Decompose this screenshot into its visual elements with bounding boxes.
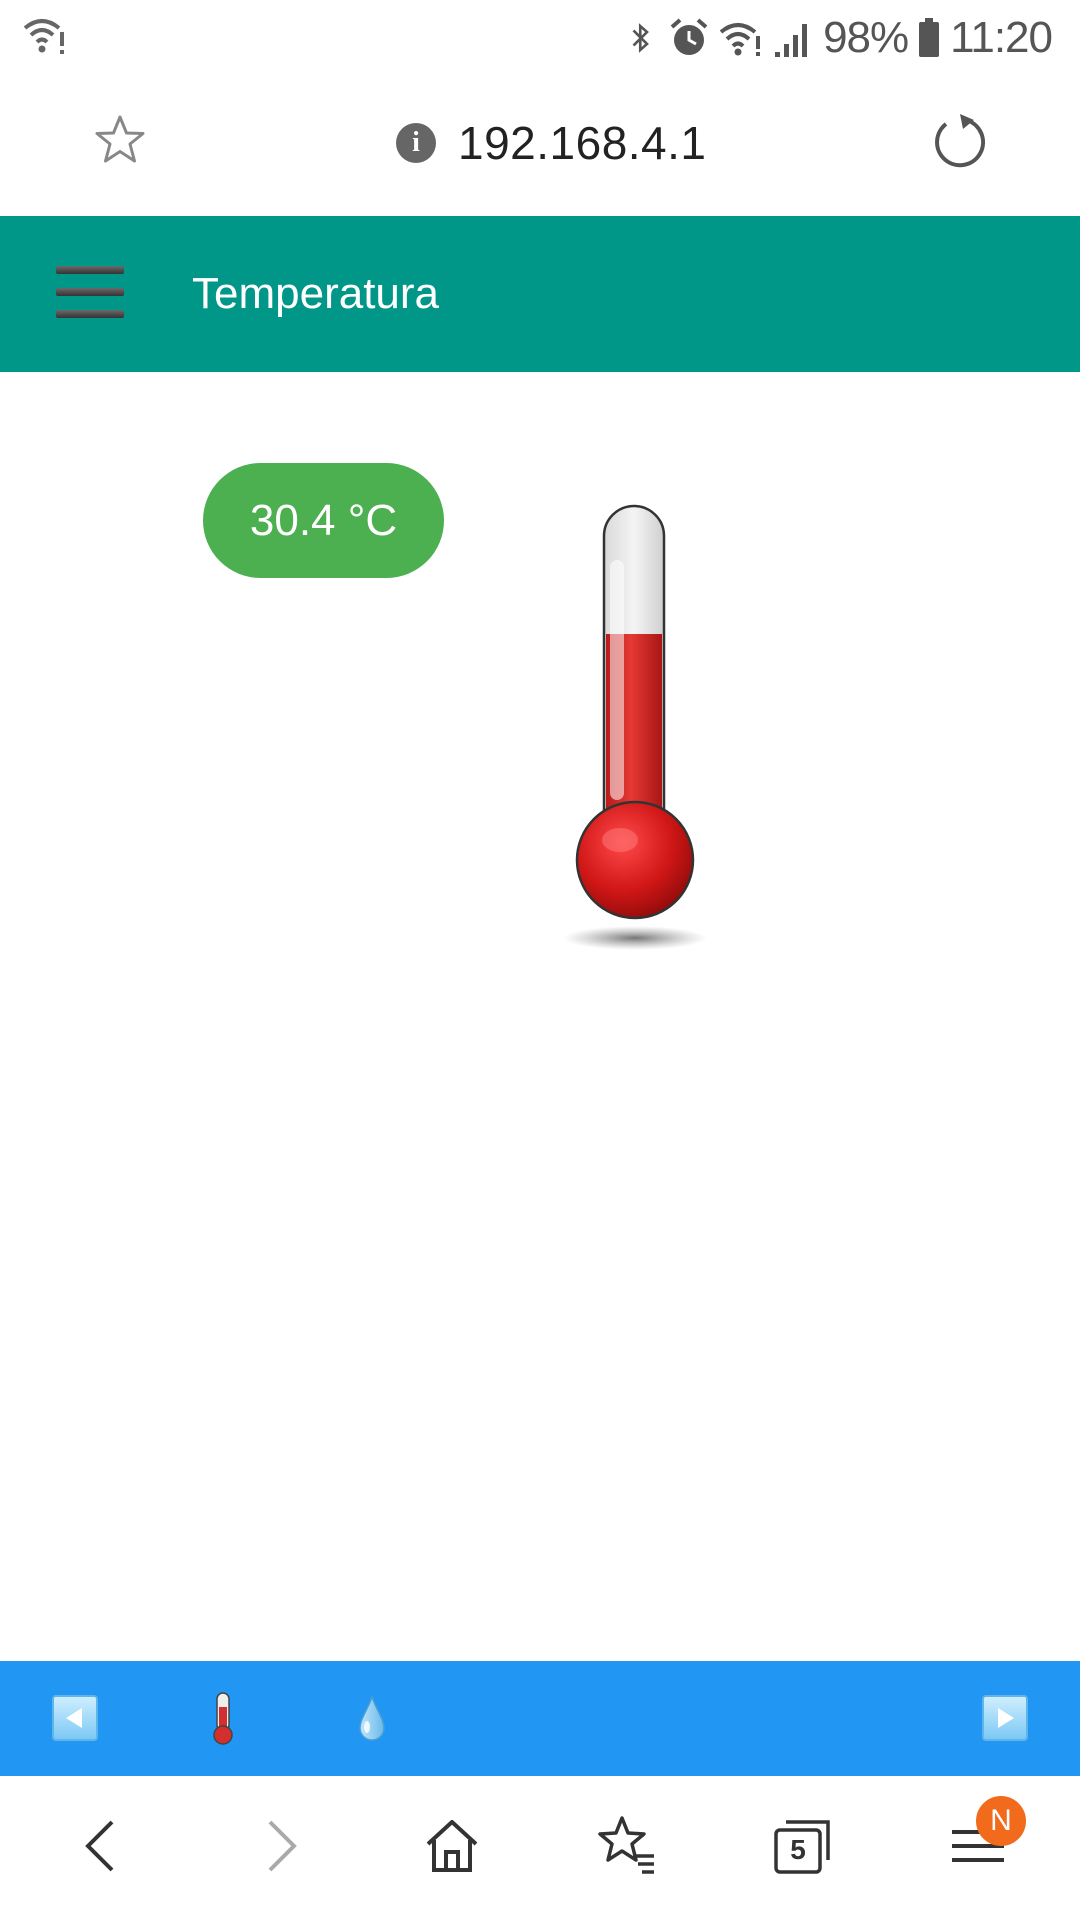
home-icon[interactable] — [420, 1814, 484, 1878]
tabs-count: 5 — [790, 1834, 806, 1865]
hamburger-icon[interactable] — [56, 266, 124, 322]
address-field[interactable]: i 192.168.4.1 — [396, 108, 707, 178]
battery-percentage: 98% — [823, 13, 909, 62]
thermometer-icon — [563, 504, 707, 950]
app-bottom-toolbar — [0, 1661, 1080, 1776]
next-arrow-icon[interactable] — [982, 1695, 1028, 1741]
wifi-alert-icon — [23, 19, 64, 54]
app-header: Temperatura — [0, 216, 1080, 372]
info-icon[interactable]: i — [396, 123, 436, 163]
tabs-button[interactable]: 5 — [770, 1814, 834, 1878]
star-icon[interactable] — [92, 113, 148, 169]
browser-url-bar: i 192.168.4.1 — [0, 78, 1080, 216]
reload-icon[interactable] — [930, 112, 990, 172]
forward-icon[interactable] — [246, 1814, 310, 1878]
alarm-icon — [670, 18, 708, 55]
menu-line — [56, 310, 124, 318]
page-title: Temperatura — [192, 269, 440, 318]
clock: 11:20 — [950, 13, 1053, 62]
thermometer-icon[interactable] — [206, 1691, 240, 1745]
url-text[interactable]: 192.168.4.1 — [458, 116, 707, 170]
battery-icon — [919, 18, 940, 57]
temperature-badge: 30.4 °C — [203, 463, 444, 578]
prev-arrow-icon[interactable] — [52, 1695, 98, 1741]
back-icon[interactable] — [72, 1814, 136, 1878]
water-drop-icon[interactable] — [358, 1695, 386, 1741]
wifi-icon — [719, 23, 761, 56]
thermometer-shadow — [563, 926, 707, 950]
browser-bottom-nav: 5 — [0, 1776, 1080, 1920]
bookmarks-icon[interactable] — [594, 1814, 658, 1878]
notification-badge: N — [976, 1796, 1026, 1846]
signal-icon — [775, 24, 808, 57]
menu-line — [56, 288, 124, 296]
menu-line — [56, 266, 124, 274]
status-right-group: 98% 11:20 — [629, 10, 1053, 66]
bluetooth-icon — [632, 23, 649, 53]
status-bar: 98% 11:20 — [0, 0, 1080, 78]
